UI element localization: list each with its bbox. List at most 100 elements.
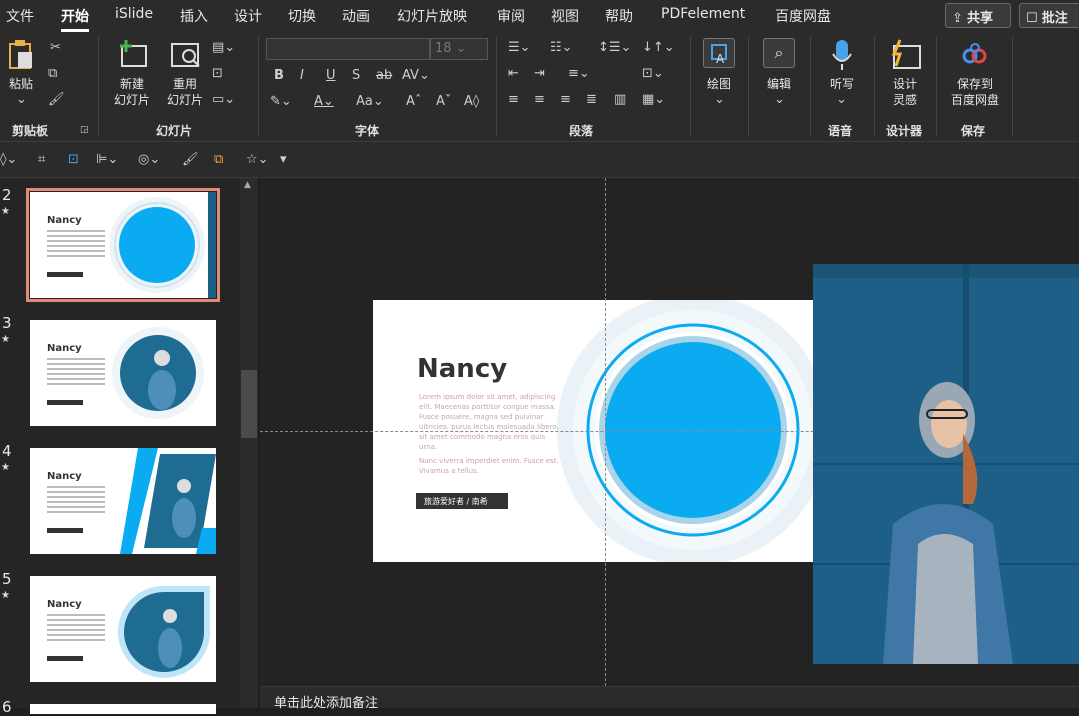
vertical-guide — [605, 178, 606, 686]
tab-help[interactable]: 帮助 — [605, 6, 633, 26]
align-text-icon[interactable]: ⊡⌄ — [642, 66, 664, 82]
reuse-slide-label-1[interactable]: 重用 — [162, 76, 208, 92]
bullets-icon[interactable]: ☰⌄ — [508, 40, 531, 56]
bold-icon[interactable]: B — [274, 68, 284, 84]
scrollbar-thumb[interactable] — [241, 370, 257, 438]
reuse-slide-icon[interactable] — [170, 38, 202, 74]
strikethrough-icon[interactable]: ab — [376, 68, 392, 84]
thumbnails-scrollbar[interactable]: ▲ — [240, 178, 258, 708]
cut-icon[interactable]: ✂ — [50, 40, 61, 56]
underline-icon[interactable]: U — [326, 68, 336, 84]
slide-thumbnail[interactable]: Nancy — [30, 576, 216, 682]
numbering-icon[interactable]: ☷⌄ — [550, 40, 573, 56]
grow-font-icon[interactable]: Aˆ — [406, 94, 421, 110]
paste-dropdown-icon[interactable]: ⌄ — [16, 92, 27, 108]
change-case-icon[interactable]: Aa⌄ — [356, 94, 384, 110]
align-icon[interactable]: ⊫⌄ — [96, 152, 118, 168]
scroll-up-icon[interactable]: ▲ — [244, 180, 251, 190]
shrink-font-icon[interactable]: Aˇ — [436, 94, 451, 110]
italic-icon[interactable]: I — [300, 68, 304, 84]
align-left-icon[interactable]: ≡ — [508, 92, 519, 108]
save-baidu-label-1[interactable]: 保存到 — [944, 76, 1006, 92]
new-slide-icon[interactable] — [116, 38, 148, 74]
clear-format-icon[interactable]: A◊ — [464, 94, 479, 110]
tab-slideshow[interactable]: 幻灯片放映 — [397, 6, 467, 26]
new-slide-label-2[interactable]: 幻灯片 — [106, 92, 158, 108]
align-right-icon[interactable]: ≡ — [560, 92, 571, 108]
font-color-icon[interactable]: A⌄ — [314, 94, 334, 110]
tab-review[interactable]: 审阅 — [497, 6, 525, 26]
slide-thumbnail[interactable]: Nancy — [26, 188, 220, 302]
dictate-label[interactable]: 听写 — [824, 76, 860, 92]
editing-label[interactable]: 编辑 — [760, 76, 798, 92]
smartart-icon[interactable]: ▦⌄ — [642, 92, 665, 108]
tab-baidu[interactable]: 百度网盘 — [775, 6, 831, 26]
section-icon[interactable]: ▭⌄ — [212, 92, 235, 108]
shapes-icon[interactable]: ◊⌄ — [0, 152, 17, 168]
tab-home[interactable]: 开始 — [61, 6, 89, 32]
merge-shapes-icon[interactable]: ◎⌄ — [138, 152, 160, 168]
shadow-icon[interactable]: S — [352, 68, 360, 84]
paste-button[interactable] — [8, 38, 34, 74]
textbox-icon[interactable]: ⊡ — [68, 152, 79, 168]
designer-label-2[interactable]: 灵感 — [886, 92, 924, 108]
baidu-cloud-icon[interactable] — [962, 42, 988, 70]
slide-thumbnail[interactable]: Nancy — [30, 448, 216, 554]
dictate-dropdown-icon[interactable]: ⌄ — [836, 92, 847, 108]
arrange-icon[interactable]: ⧉ — [214, 152, 223, 168]
editing-dropdown-icon[interactable]: ⌄ — [774, 92, 785, 108]
drawing-label[interactable]: 绘图 — [700, 76, 738, 92]
copy-icon[interactable]: ⧉ — [48, 66, 57, 82]
decrease-indent-icon[interactable]: ⇤ — [508, 66, 519, 82]
highlight-icon[interactable]: ✎⌄ — [270, 94, 292, 110]
slide-body-text[interactable]: Lorem ipsum dolor sit amet, adipiscing e… — [419, 392, 559, 452]
slide-title[interactable]: Nancy — [417, 354, 507, 384]
drawing-dropdown-icon[interactable]: ⌄ — [714, 92, 725, 108]
person-photo[interactable] — [813, 264, 1079, 664]
format-painter-icon[interactable]: 🖌 — [48, 92, 65, 108]
slide-thumbnail[interactable] — [30, 704, 216, 714]
format-brush-icon[interactable]: 🖌 — [182, 152, 199, 168]
distributed-icon[interactable]: ▥ — [614, 92, 626, 108]
dialog-launcher-icon[interactable]: ◲ — [80, 122, 89, 138]
tab-islide[interactable]: iSlide — [115, 6, 153, 22]
animation-star-icon: ★ — [1, 206, 10, 217]
designer-label-1[interactable]: 设计 — [886, 76, 924, 92]
layout-icon[interactable]: ▤⌄ — [212, 40, 235, 56]
editing-search-icon[interactable]: ⌕ — [763, 38, 795, 68]
tab-file[interactable]: 文件 — [6, 6, 34, 26]
slide-tag-label[interactable]: 旅游爱好者 / 南希 — [416, 493, 508, 509]
svg-text:A: A — [716, 52, 725, 66]
customize-toolbar-icon[interactable]: ▾ — [280, 152, 287, 168]
tab-view[interactable]: 视图 — [551, 6, 579, 26]
reset-icon[interactable]: ⊡ — [212, 66, 223, 82]
drawing-icon[interactable]: A — [703, 38, 735, 68]
share-button[interactable]: ⇪ 共享 — [945, 3, 1011, 28]
line-spacing-icon[interactable]: ↕☰⌄ — [598, 40, 631, 56]
align-center-icon[interactable]: ≡ — [534, 92, 545, 108]
save-baidu-label-2[interactable]: 百度网盘 — [944, 92, 1006, 108]
new-slide-label-1[interactable]: 新建 — [106, 76, 158, 92]
tab-transitions[interactable]: 切换 — [288, 6, 316, 26]
tab-insert[interactable]: 插入 — [180, 6, 208, 26]
slide-thumbnail[interactable]: Nancy — [30, 320, 216, 426]
slide-body-text-2[interactable]: Nunc viverra imperdiet enim. Fusce est. … — [419, 456, 559, 476]
font-name-field[interactable] — [266, 38, 430, 60]
text-direction-icon[interactable]: ↓↑⌄ — [642, 40, 675, 56]
font-size-field[interactable]: 18 ⌄ — [430, 38, 488, 60]
justify-icon[interactable]: ≣ — [586, 92, 597, 108]
spacing-icon[interactable]: AV⌄ — [402, 68, 430, 84]
tab-pdfelement[interactable]: PDFelement — [661, 6, 745, 22]
select-icon[interactable]: ⌗ — [38, 152, 45, 168]
notes-pane[interactable]: 单击此处添加备注 — [260, 686, 1079, 711]
columns-icon[interactable]: ≡⌄ — [568, 66, 590, 82]
favorite-icon[interactable]: ☆⌄ — [246, 152, 269, 168]
tab-animations[interactable]: 动画 — [342, 6, 370, 26]
designer-icon[interactable] — [888, 38, 922, 76]
microphone-icon[interactable] — [830, 38, 854, 76]
reuse-slide-label-2[interactable]: 幻灯片 — [162, 92, 208, 108]
accent-circle — [605, 342, 781, 518]
tab-design[interactable]: 设计 — [234, 6, 262, 26]
increase-indent-icon[interactable]: ⇥ — [534, 66, 545, 82]
comment-button[interactable]: ☐ 批注 — [1019, 3, 1079, 28]
